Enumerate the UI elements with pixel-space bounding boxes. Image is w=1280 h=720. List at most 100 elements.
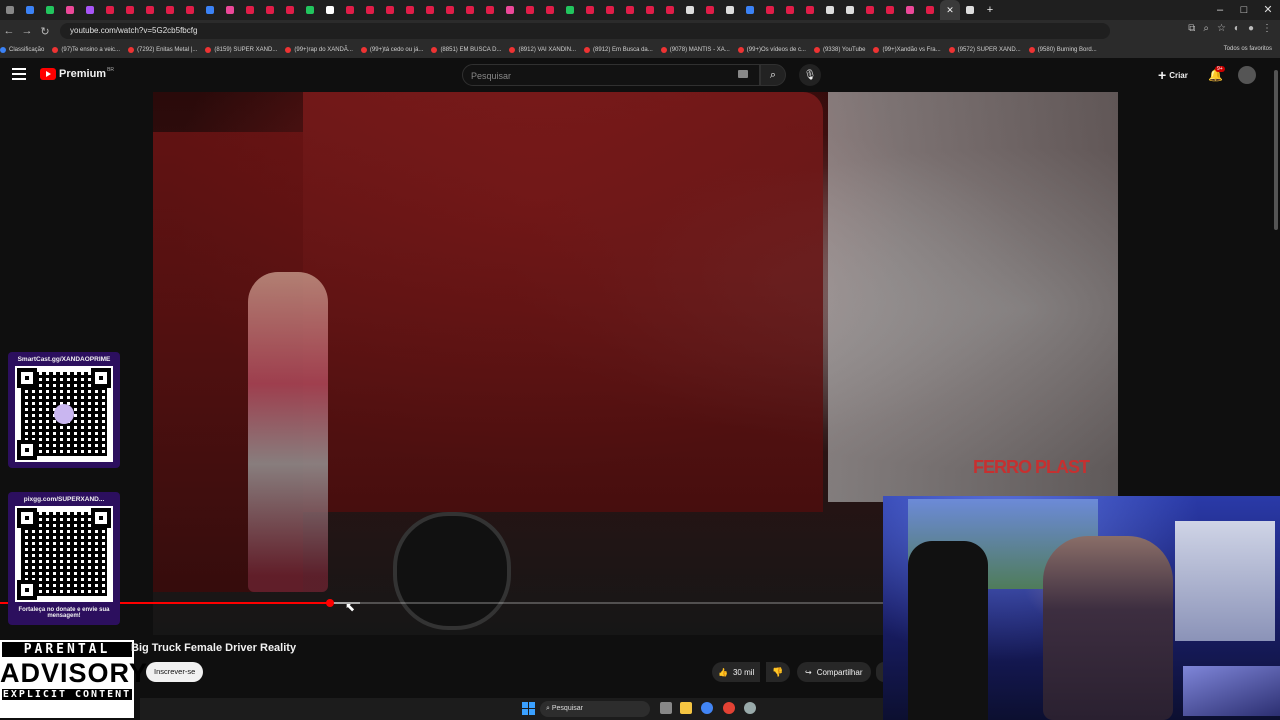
bookmark-item[interactable]: (9338) YouTube <box>813 47 865 53</box>
tab[interactable] <box>440 0 460 20</box>
tab[interactable] <box>200 0 220 20</box>
app-icon[interactable] <box>723 702 735 714</box>
back-icon[interactable]: ← <box>0 25 18 37</box>
tab[interactable] <box>880 0 900 20</box>
tab[interactable] <box>840 0 860 20</box>
tab[interactable] <box>0 0 20 20</box>
tab[interactable] <box>720 0 740 20</box>
profile-icon[interactable]: ● <box>1248 23 1254 34</box>
close-window-button[interactable]: ✕ <box>1256 0 1280 20</box>
tab[interactable] <box>700 0 720 20</box>
browser-menu-icon[interactable]: ⋮ <box>1262 23 1272 34</box>
voice-search-button[interactable]: 🎙 <box>799 64 821 86</box>
tab[interactable] <box>340 0 360 20</box>
tab[interactable] <box>100 0 120 20</box>
url-field[interactable]: youtube.com/watch?v=5G2cb5fbcfg <box>60 23 1110 39</box>
bookmark-item[interactable]: (99+)Os vídeos de c... <box>737 47 806 53</box>
bookmark-item[interactable]: (97)Te ensino a veic... <box>52 47 120 53</box>
bookmark-item[interactable]: (8851) EM BUSCA D... <box>431 47 501 53</box>
search-input[interactable]: Pesquisar <box>462 64 760 86</box>
bookmark-item[interactable]: (9078) MANTIS - XA... <box>660 47 730 53</box>
bookmark-item[interactable]: Classificação <box>0 47 44 53</box>
share-button[interactable]: ↪ Compartilhar <box>797 662 871 682</box>
youtube-logo[interactable]: Premium BR <box>40 67 114 80</box>
tab[interactable] <box>540 0 560 20</box>
tab[interactable] <box>220 0 240 20</box>
bookmark-item[interactable]: (8159) SUPER XAND... <box>205 47 277 53</box>
chrome-icon[interactable] <box>701 702 713 714</box>
tab[interactable] <box>140 0 160 20</box>
tab[interactable] <box>560 0 580 20</box>
subscribe-button[interactable]: Inscrever-se <box>146 662 204 682</box>
task-view-icon[interactable] <box>660 702 672 714</box>
new-tab-button[interactable]: + <box>980 0 1000 20</box>
bookmark-star-icon[interactable]: ☆ <box>1217 23 1226 34</box>
tab[interactable] <box>620 0 640 20</box>
tab[interactable] <box>660 0 680 20</box>
bookmark-item[interactable]: (99+)rap do XANDÃ... <box>285 47 353 53</box>
bookmark-item[interactable]: (9572) SUPER XAND... <box>948 47 1021 53</box>
tab[interactable] <box>160 0 180 20</box>
tab[interactable] <box>480 0 500 20</box>
tab[interactable] <box>240 0 260 20</box>
tab[interactable] <box>680 0 700 20</box>
tab[interactable] <box>280 0 300 20</box>
tab[interactable] <box>180 0 200 20</box>
like-button[interactable]: 👍 30 mil <box>712 662 761 682</box>
install-icon[interactable]: ⧉ <box>1188 23 1195 34</box>
bookmark-item[interactable]: (99+)tá cedo ou já... <box>360 47 423 53</box>
zoom-icon[interactable]: ⌕ <box>1203 23 1209 34</box>
bookmark-item[interactable]: (8912) VAI XANDIN... <box>509 47 576 53</box>
tab[interactable] <box>40 0 60 20</box>
maximize-button[interactable]: □ <box>1232 0 1256 20</box>
forward-icon[interactable]: → <box>18 25 36 37</box>
tab[interactable] <box>60 0 80 20</box>
tab[interactable] <box>500 0 520 20</box>
search-button[interactable]: ⌕ <box>760 64 786 86</box>
tab[interactable] <box>900 0 920 20</box>
tab[interactable] <box>760 0 780 20</box>
taskbar-search[interactable]: ⌕ Pesquisar <box>540 701 650 717</box>
keyboard-icon[interactable] <box>738 70 748 78</box>
create-button[interactable]: + Criar <box>1152 65 1194 85</box>
close-tab-icon[interactable]: ✕ <box>946 5 954 16</box>
tab[interactable] <box>320 0 340 20</box>
windows-start-icon[interactable] <box>522 702 535 715</box>
hamburger-menu-icon[interactable] <box>12 68 26 83</box>
minimize-button[interactable]: – <box>1208 0 1232 20</box>
settings-icon[interactable] <box>744 702 756 714</box>
bookmark-item[interactable]: (8912) Em Busca da... <box>584 47 653 53</box>
progress-scrubber-handle[interactable] <box>325 599 334 607</box>
reload-icon[interactable]: ↻ <box>36 25 54 38</box>
tab-active-youtube[interactable]: ✕ <box>940 0 960 20</box>
tab[interactable] <box>740 0 760 20</box>
tab[interactable] <box>860 0 880 20</box>
tab[interactable] <box>800 0 820 20</box>
tab[interactable] <box>520 0 540 20</box>
tab[interactable] <box>580 0 600 20</box>
tab[interactable] <box>960 0 980 20</box>
tab[interactable] <box>920 0 940 20</box>
tab[interactable] <box>600 0 620 20</box>
tab[interactable] <box>640 0 660 20</box>
tab[interactable] <box>20 0 40 20</box>
tab[interactable] <box>460 0 480 20</box>
tab[interactable] <box>80 0 100 20</box>
tab[interactable] <box>400 0 420 20</box>
tab[interactable] <box>380 0 400 20</box>
all-bookmarks-folder[interactable]: Todos os favoritos <box>1224 46 1272 52</box>
bookmark-item[interactable]: (9580) Burning Bord... <box>1028 47 1097 53</box>
page-scrollbar[interactable] <box>1274 70 1278 230</box>
tab[interactable] <box>260 0 280 20</box>
tab[interactable] <box>120 0 140 20</box>
bookmark-item[interactable]: (99+)Xandão vs Fra... <box>873 47 941 53</box>
tab[interactable] <box>780 0 800 20</box>
bookmark-item[interactable]: (7292) Enitas Metal |... <box>128 47 197 53</box>
extensions-icon[interactable]: ◐ <box>1234 23 1240 34</box>
tab[interactable] <box>420 0 440 20</box>
avatar[interactable] <box>1238 66 1256 84</box>
tab[interactable] <box>360 0 380 20</box>
dislike-button[interactable]: 👎 <box>766 662 790 682</box>
file-explorer-icon[interactable] <box>680 702 692 714</box>
tab[interactable] <box>820 0 840 20</box>
